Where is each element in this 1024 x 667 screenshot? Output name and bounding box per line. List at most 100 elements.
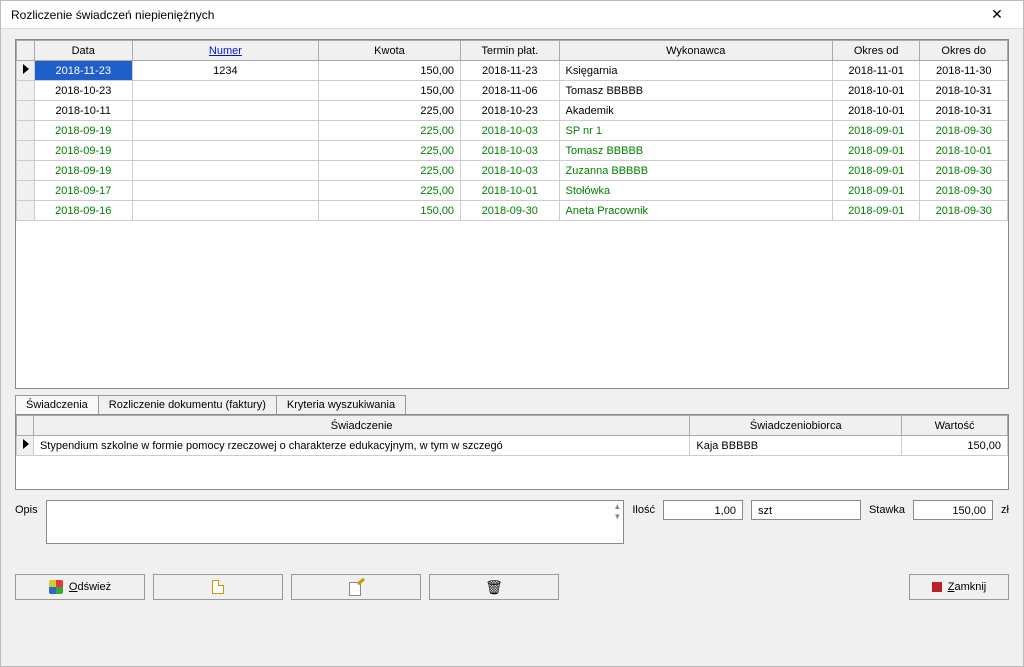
row-marker	[17, 121, 35, 141]
cell-data: 2018-09-16	[34, 201, 132, 221]
cell-okres-od: 2018-11-01	[832, 61, 920, 81]
table-row[interactable]: 2018-10-11225,002018-10-23Akademik2018-1…	[17, 101, 1008, 121]
close-icon	[932, 582, 942, 592]
cell-okres-od: 2018-09-01	[832, 141, 920, 161]
cell-data: 2018-11-23	[34, 61, 132, 81]
grid-header-okres-od[interactable]: Okres od	[832, 41, 920, 61]
row-marker	[17, 81, 35, 101]
cell-wykonawca: Księgarnia	[559, 61, 832, 81]
button-bar: Odśwież 🗑 Zamknij	[15, 574, 1009, 600]
cell-kwota: 150,00	[318, 201, 460, 221]
cell-okres-od: 2018-09-01	[832, 181, 920, 201]
new-button[interactable]	[153, 574, 283, 600]
row-pointer-icon	[23, 439, 29, 449]
cell-okres-do: 2018-09-30	[920, 161, 1008, 181]
tab-rozliczenie[interactable]: Rozliczenie dokumentu (faktury)	[98, 395, 277, 414]
cell-termin: 2018-10-23	[461, 101, 559, 121]
detail-grid[interactable]: Świadczenie Świadczeniobiorca Wartość St…	[15, 414, 1009, 490]
ilosc-field[interactable]: 1,00	[663, 500, 743, 520]
detail-header-biorca[interactable]: Świadczeniobiorca	[690, 416, 902, 436]
cell-kwota: 150,00	[318, 81, 460, 101]
cell-termin: 2018-10-03	[461, 141, 559, 161]
form-row: Opis ▲ ▼ Ilość 1,00 szt Stawka 150,00 zł	[15, 500, 1009, 544]
cell-termin: 2018-10-03	[461, 161, 559, 181]
cell-termin: 2018-09-30	[461, 201, 559, 221]
refresh-button[interactable]: Odśwież	[15, 574, 145, 600]
cell-termin: 2018-10-03	[461, 121, 559, 141]
main-grid[interactable]: Data Numer Kwota Termin płat. Wykonawca …	[15, 39, 1009, 389]
detail-row[interactable]: Stypendium szkolne w formie pomocy rzecz…	[17, 436, 1008, 456]
cell-wykonawca: Tomasz BBBBB	[559, 141, 832, 161]
grid-header-termin[interactable]: Termin płat.	[461, 41, 559, 61]
table-row[interactable]: 2018-09-19225,002018-10-03SP nr 12018-09…	[17, 121, 1008, 141]
grid-header-wykonawca[interactable]: Wykonawca	[559, 41, 832, 61]
stawka-label: Stawka	[869, 500, 905, 516]
titlebar: Rozliczenie świadczeń niepieniężnych ✕	[1, 1, 1023, 29]
grid-header-kwota[interactable]: Kwota	[318, 41, 460, 61]
cell-data: 2018-09-17	[34, 181, 132, 201]
edit-button[interactable]	[291, 574, 421, 600]
opis-spinner[interactable]: ▲ ▼	[613, 503, 621, 521]
currency-label: zł	[1001, 500, 1009, 516]
trash-icon: 🗑	[485, 579, 503, 596]
detail-cell-wartosc: 150,00	[902, 436, 1008, 456]
document-icon	[212, 580, 224, 594]
table-row[interactable]: 2018-09-19225,002018-10-03Tomasz BBBBB20…	[17, 141, 1008, 161]
cell-data: 2018-10-23	[34, 81, 132, 101]
cell-okres-od: 2018-09-01	[832, 201, 920, 221]
window-title: Rozliczenie świadczeń niepieniężnych	[7, 8, 977, 22]
grid-header-selector[interactable]	[17, 41, 35, 61]
detail-header-wartosc[interactable]: Wartość	[902, 416, 1008, 436]
grid-header-data[interactable]: Data	[34, 41, 132, 61]
table-row[interactable]: 2018-09-16150,002018-09-30Aneta Pracowni…	[17, 201, 1008, 221]
cell-wykonawca: Akademik	[559, 101, 832, 121]
detail-header-selector[interactable]	[17, 416, 34, 436]
cell-numer: 1234	[132, 61, 318, 81]
detail-row-marker	[17, 436, 34, 456]
ilosc-label: Ilość	[632, 500, 655, 516]
cell-okres-do: 2018-10-31	[920, 81, 1008, 101]
cell-numer	[132, 101, 318, 121]
cell-kwota: 225,00	[318, 161, 460, 181]
table-row[interactable]: 2018-10-23 150,002018-11-06Tomasz BBBBB 20…	[17, 81, 1008, 101]
detail-cell-swiadczenie: Stypendium szkolne w formie pomocy rzecz…	[33, 436, 689, 456]
tab-kryteria[interactable]: Kryteria wyszukiwania	[276, 395, 406, 414]
cell-okres-od: 2018-09-01	[832, 161, 920, 181]
chevron-down-icon[interactable]: ▼	[613, 513, 621, 521]
cell-kwota: 225,00	[318, 181, 460, 201]
detail-header-swiadczenie[interactable]: Świadczenie	[33, 416, 689, 436]
table-row[interactable]: 2018-09-17225,002018-10-01Stołówka2018-0…	[17, 181, 1008, 201]
edit-icon	[349, 580, 363, 594]
opis-textarea[interactable]: ▲ ▼	[46, 500, 625, 544]
cell-termin: 2018-11-23	[461, 61, 559, 81]
cell-data: 2018-09-19	[34, 161, 132, 181]
jm-field[interactable]: szt	[751, 500, 861, 520]
cell-wykonawca: Aneta Pracownik	[559, 201, 832, 221]
grid-header-okres-do[interactable]: Okres do	[920, 41, 1008, 61]
cell-okres-od: 2018-09-01	[832, 121, 920, 141]
grid-header-numer[interactable]: Numer	[132, 41, 318, 61]
cell-okres-do: 2018-09-30	[920, 201, 1008, 221]
window-close-button[interactable]: ✕	[977, 4, 1017, 26]
row-marker	[17, 201, 35, 221]
cell-wykonawca: Tomasz BBBBB	[559, 81, 832, 101]
row-marker	[17, 161, 35, 181]
row-marker	[17, 101, 35, 121]
detail-cell-biorca: Kaja BBBBB	[690, 436, 902, 456]
cell-wykonawca: Zuzanna BBBBB	[559, 161, 832, 181]
delete-button[interactable]: 🗑	[429, 574, 559, 600]
chevron-up-icon[interactable]: ▲	[613, 503, 621, 511]
detail-header-row: Świadczenie Świadczeniobiorca Wartość	[17, 416, 1008, 436]
close-button[interactable]: Zamknij	[909, 574, 1009, 600]
cell-numer	[132, 181, 318, 201]
row-pointer-icon	[23, 64, 29, 74]
row-marker	[17, 181, 35, 201]
cell-termin: 2018-11-06	[461, 81, 559, 101]
cell-kwota: 150,00	[318, 61, 460, 81]
tab-swiadczenia[interactable]: Świadczenia	[15, 395, 99, 414]
table-row[interactable]: 2018-11-231234150,002018-11-23Księgarnia…	[17, 61, 1008, 81]
table-row[interactable]: 2018-09-19225,002018-10-03Zuzanna BBBBB2…	[17, 161, 1008, 181]
cell-numer	[132, 121, 318, 141]
cell-data: 2018-09-19	[34, 121, 132, 141]
stawka-field[interactable]: 150,00	[913, 500, 993, 520]
